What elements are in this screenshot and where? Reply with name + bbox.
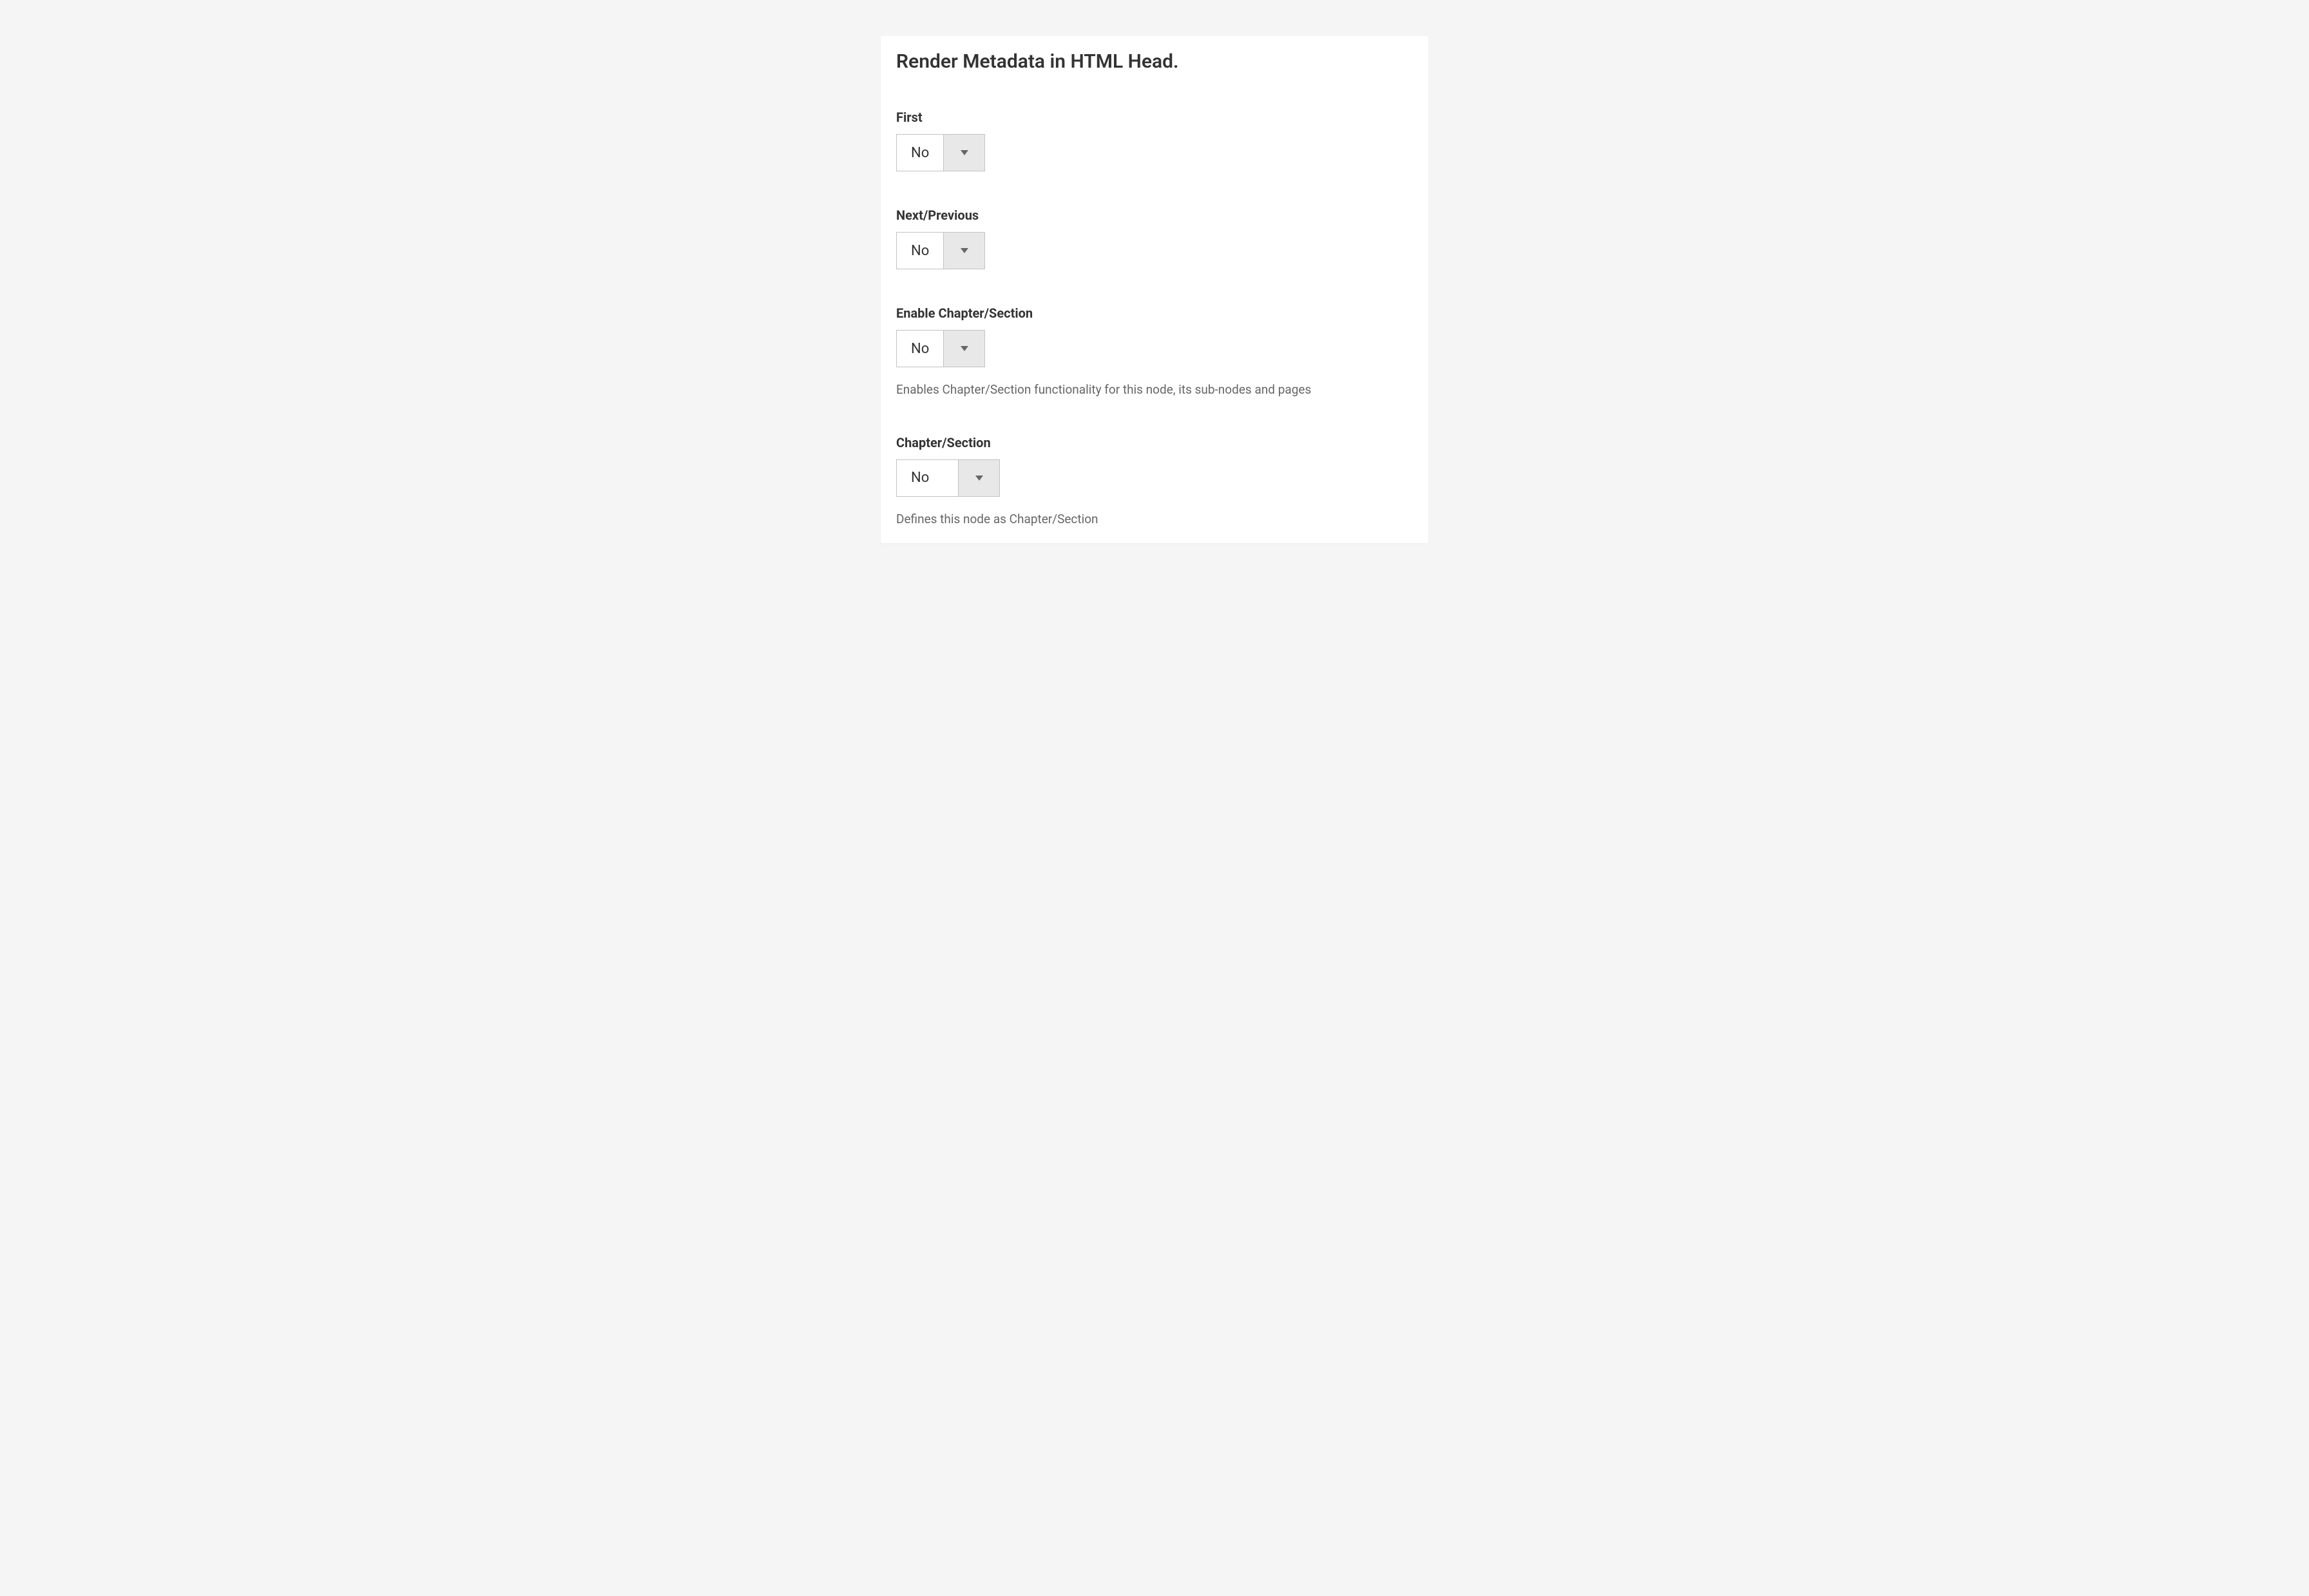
field-label-enable-chapter-section: Enable Chapter/Section <box>896 305 1413 321</box>
dropdown-value-first: No <box>897 135 943 171</box>
chevron-down-icon <box>958 460 999 496</box>
dropdown-value-chapter-section: No <box>897 460 958 496</box>
settings-panel: Render Metadata in HTML Head. First No N… <box>881 36 1428 543</box>
field-label-next-previous: Next/Previous <box>896 207 1413 223</box>
field-next-previous: Next/Previous No <box>896 207 1413 269</box>
field-label-first: First <box>896 110 1413 125</box>
chevron-down-icon <box>943 233 984 269</box>
dropdown-chapter-section[interactable]: No <box>896 459 1000 497</box>
chevron-down-icon <box>943 135 984 171</box>
field-help-enable-chapter-section: Enables Chapter/Section functionality fo… <box>896 381 1413 399</box>
field-label-chapter-section: Chapter/Section <box>896 435 1413 450</box>
dropdown-next-previous[interactable]: No <box>896 232 985 269</box>
field-help-chapter-section: Defines this node as Chapter/Section <box>896 511 1413 528</box>
dropdown-value-next-previous: No <box>897 233 943 269</box>
field-chapter-section: Chapter/Section No Defines this node as … <box>896 435 1413 528</box>
dropdown-first[interactable]: No <box>896 134 985 171</box>
panel-title: Render Metadata in HTML Head. <box>896 50 1413 73</box>
dropdown-enable-chapter-section[interactable]: No <box>896 330 985 367</box>
dropdown-value-enable-chapter-section: No <box>897 331 943 367</box>
field-enable-chapter-section: Enable Chapter/Section No Enables Chapte… <box>896 305 1413 399</box>
field-first: First No <box>896 110 1413 171</box>
chevron-down-icon <box>943 331 984 367</box>
